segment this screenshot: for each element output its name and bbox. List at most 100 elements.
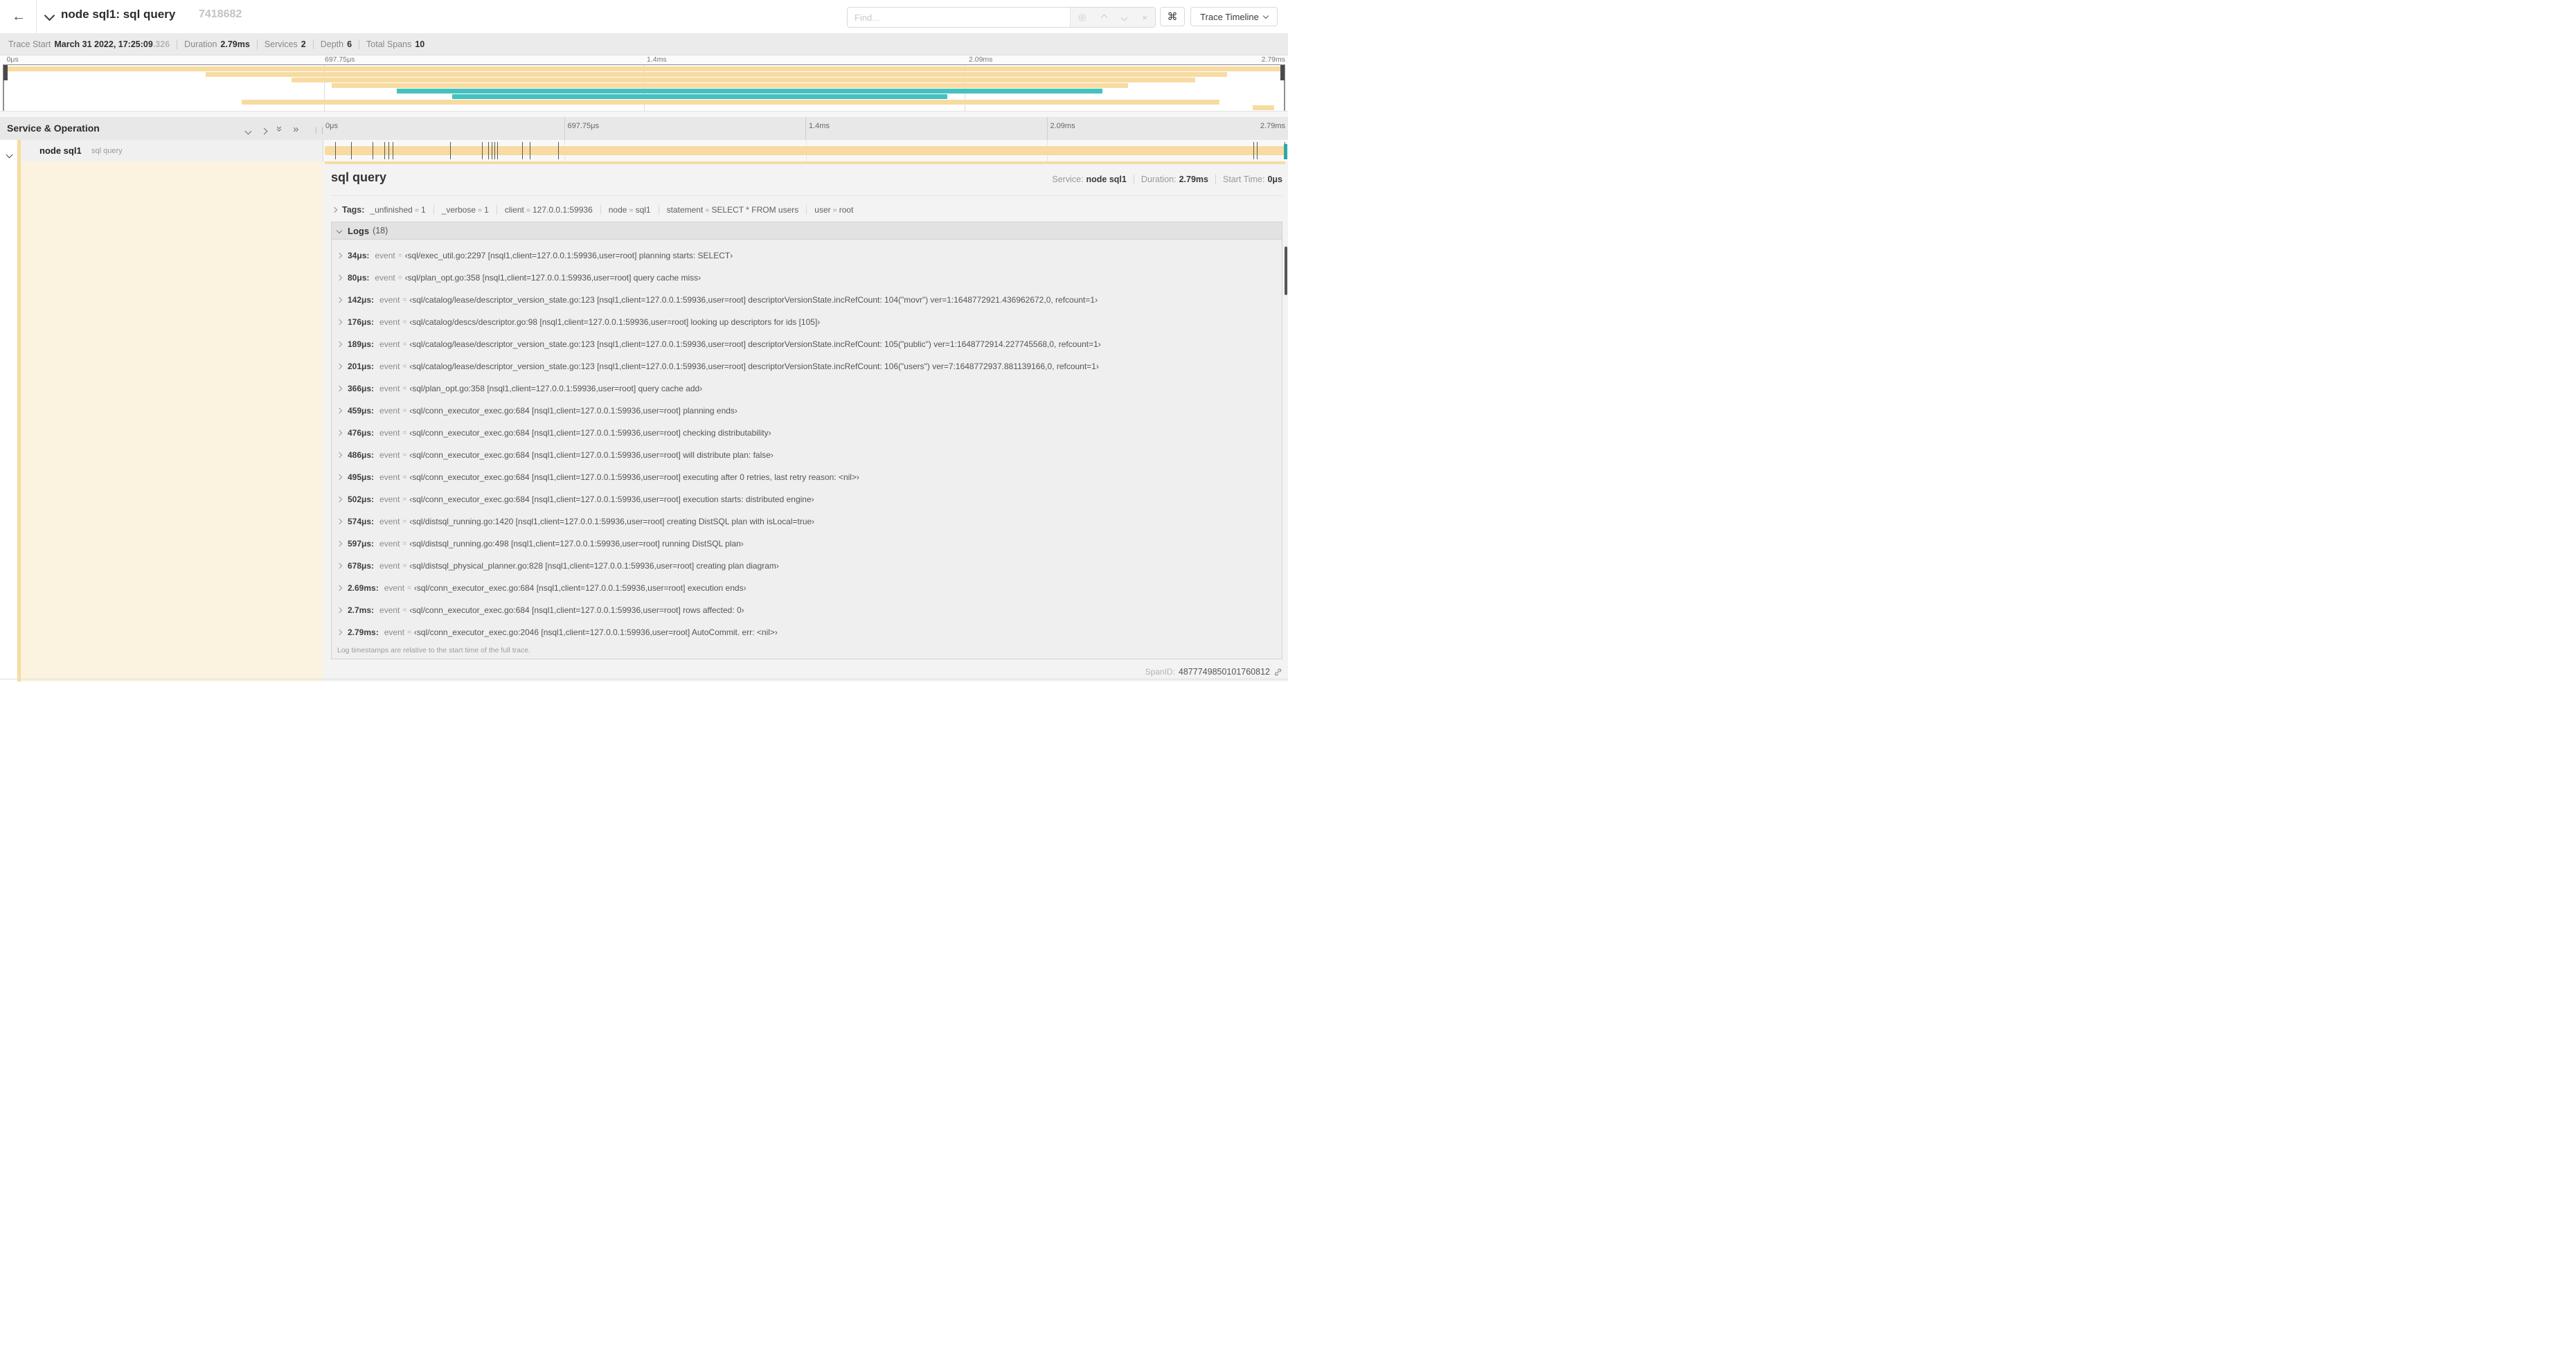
previous-result-icon[interactable] [1100, 14, 1108, 21]
minimap-span-row [3, 94, 1285, 99]
expand-log-chevron-icon[interactable] [336, 629, 343, 636]
logs-header[interactable]: Logs (18) [332, 222, 1282, 240]
expand-log-chevron-icon[interactable] [336, 274, 343, 281]
collapse-trace-chevron-icon[interactable] [44, 10, 55, 21]
log-entry[interactable]: 495μs: event = ‹sql/conn_executor_exec.go:6… [332, 466, 1282, 488]
log-field-name: event [379, 561, 400, 571]
tags-row[interactable]: Tags: _unfinished = 1 _verbose = 1 client = 127.… [331, 201, 1282, 219]
keyboard-shortcuts-button[interactable]: ⌘ [1160, 7, 1185, 26]
log-entry[interactable]: 486μs: event = ‹sql/conn_executor_exec.go:6… [332, 444, 1282, 466]
log-entry[interactable]: 142μs: event = ‹sql/catalog/lease/descripto… [332, 289, 1282, 311]
tag-item: client = 127.0.0.1:59936 [496, 205, 600, 215]
expand-log-chevron-icon[interactable] [336, 252, 343, 259]
equals-sign: = [402, 296, 407, 304]
back-arrow-icon[interactable]: ← [7, 5, 30, 28]
log-entry[interactable]: 574μs: event = ‹sql/distsql_running.go:1420… [332, 510, 1282, 533]
view-mode-dropdown[interactable]: Trace Timeline [1190, 7, 1278, 26]
log-entry[interactable]: 502μs: event = ‹sql/conn_executor_exec.go:6… [332, 488, 1282, 510]
trace-stat: Trace Start March 31 2022, 17:25:09.326 [8, 39, 170, 49]
expand-log-chevron-icon[interactable] [336, 296, 343, 303]
log-entry[interactable]: 201μs: event = ‹sql/catalog/lease/descripto… [332, 355, 1282, 377]
span-duration-bar[interactable] [325, 146, 1287, 155]
equals-sign: = [402, 318, 407, 326]
log-entry[interactable]: 597μs: event = ‹sql/distsql_running.go:498 … [332, 533, 1282, 555]
expand-log-chevron-icon[interactable] [336, 319, 343, 326]
expand-tags-chevron-icon[interactable] [331, 206, 338, 213]
log-tick [497, 142, 498, 159]
log-entry[interactable]: 2.79ms: event = ‹sql/conn_executor_exec.go:… [332, 621, 1282, 643]
log-entry[interactable]: 678μs: event = ‹sql/distsql_physical_planne… [332, 555, 1282, 577]
viewport-left-scrubber[interactable] [3, 65, 8, 111]
viewport-right-scrubber[interactable] [1280, 65, 1285, 111]
log-entry[interactable]: 80μs: event = ‹sql/plan_opt.go:358 [nsql1,c… [332, 267, 1282, 289]
log-field-name: event [379, 317, 400, 327]
view-mode-label: Trace Timeline [1200, 11, 1259, 22]
scrollbar-thumb[interactable] [1284, 247, 1287, 295]
deep-link-icon[interactable] [1273, 668, 1282, 677]
collapse-span-chevron-icon[interactable] [6, 148, 13, 161]
expand-log-chevron-icon[interactable] [336, 585, 343, 591]
expand-log-chevron-icon[interactable] [336, 341, 343, 348]
clear-search-icon[interactable]: × [1142, 12, 1147, 23]
expand-log-chevron-icon[interactable] [336, 363, 343, 370]
expand-log-chevron-icon[interactable] [336, 385, 343, 392]
log-tick [350, 142, 352, 159]
expand-log-chevron-icon[interactable] [336, 562, 343, 569]
equals-sign: = [402, 540, 407, 548]
collapse-one-icon[interactable] [244, 125, 252, 137]
log-field-name: event [384, 627, 405, 637]
log-field-name: event [379, 339, 400, 349]
log-message: ‹sql/catalog/lease/descriptor_version_st… [409, 339, 1101, 349]
equals-sign: = [402, 451, 407, 459]
ruler-tick-label: 2.09ms [1046, 117, 1075, 140]
timeline-minimap[interactable] [3, 64, 1285, 112]
span-id-row: SpanID: 4877749850101760812 [1145, 667, 1282, 677]
log-entry[interactable]: 476μs: event = ‹sql/conn_executor_exec.go:6… [332, 422, 1282, 444]
log-entry[interactable]: 189μs: event = ‹sql/catalog/lease/descripto… [332, 333, 1282, 355]
expand-log-chevron-icon[interactable] [336, 452, 343, 458]
minimap-span-bar [451, 94, 948, 99]
log-entry[interactable]: 2.7ms: event = ‹sql/conn_executor_exec.go:6… [332, 599, 1282, 621]
logs-section: Logs (18) 34μs: event = ‹sql/exec_util.go:2… [331, 222, 1282, 659]
log-entry[interactable]: 34μs: event = ‹sql/exec_util.go:2297 [nsql1… [332, 244, 1282, 267]
log-field-name: event [379, 384, 400, 393]
locate-icon[interactable]: ◎ [1078, 12, 1086, 23]
log-timestamp: 678μs: [348, 561, 375, 571]
expand-one-icon[interactable] [260, 125, 268, 137]
chevron-down-icon [1262, 12, 1269, 19]
log-field-name: event [379, 495, 400, 504]
expand-log-chevron-icon[interactable] [336, 518, 343, 525]
minimap-span-row [3, 66, 1285, 71]
find-input[interactable] [848, 8, 1070, 27]
log-entry[interactable]: 366μs: event = ‹sql/plan_opt.go:358 [nsql1,… [332, 377, 1282, 400]
span-row[interactable]: node sql1 sql query [0, 140, 1288, 162]
next-result-icon[interactable] [1120, 14, 1128, 21]
expand-log-chevron-icon[interactable] [336, 607, 343, 614]
service-operation-header: Service & Operation » » ❘❘ [0, 117, 325, 140]
expand-log-chevron-icon[interactable] [336, 540, 343, 547]
expand-log-chevron-icon[interactable] [336, 474, 343, 481]
equals-sign: = [402, 407, 407, 415]
service-operation-title: Service & Operation [7, 123, 100, 134]
log-entry[interactable]: 2.69ms: event = ‹sql/conn_executor_exec.go:… [332, 577, 1282, 599]
log-entry[interactable]: 176μs: event = ‹sql/catalog/descs/descripto… [332, 311, 1282, 333]
overview-value: 2.79ms [1179, 175, 1208, 184]
expand-log-chevron-icon[interactable] [336, 407, 343, 414]
service-color-strip [17, 140, 21, 161]
tag-key: _unfinished [370, 205, 413, 215]
expand-all-icon[interactable]: » [293, 123, 298, 136]
tag-key: node [608, 205, 627, 215]
log-entry[interactable]: 459μs: event = ‹sql/conn_executor_exec.go:6… [332, 400, 1282, 422]
expand-log-chevron-icon[interactable] [336, 429, 343, 436]
equals-sign: = [402, 473, 407, 481]
tag-value: sql1 [635, 205, 651, 215]
log-timestamp: 80μs: [348, 273, 370, 283]
collapse-logs-chevron-icon[interactable] [336, 227, 343, 234]
collapse-all-icon[interactable]: » [274, 123, 285, 135]
log-message: ‹sql/catalog/descs/descriptor.go:98 [nsq… [409, 317, 821, 327]
span-timeline-canvas[interactable] [323, 140, 1288, 161]
equals-sign: = [478, 206, 483, 215]
log-timestamp: 176μs: [348, 317, 375, 327]
ruler-tick-label: 697.75μs [325, 55, 355, 64]
expand-log-chevron-icon[interactable] [336, 496, 343, 503]
